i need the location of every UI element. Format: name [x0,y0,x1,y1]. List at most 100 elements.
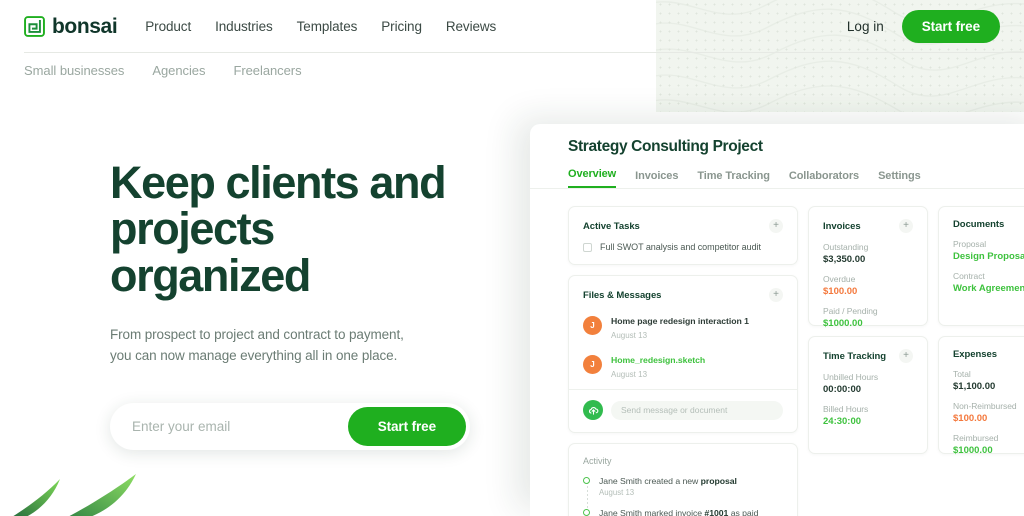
stat-value[interactable]: Work Agreement [953,283,1024,294]
login-link[interactable]: Log in [847,19,884,34]
file-date: August 13 [611,331,648,340]
card-header: Documents [953,219,1024,230]
leaf-decoration-icon [13,474,136,516]
nav-link-reviews[interactable]: Reviews [446,19,496,34]
activity-text-after: as paid [728,508,759,516]
stat-value: $1000.00 [953,445,993,456]
card-header: Time Tracking + [823,349,913,363]
header-start-free-button[interactable]: Start free [901,10,1000,43]
subnav-link-agencies[interactable]: Agencies [152,63,205,78]
stat-value: $100.00 [953,413,988,424]
file-name-link[interactable]: Home_redesign.sketch [611,355,705,365]
brand-name: bonsai [52,14,118,38]
stat-non-reimbursed: Non-Reimbursed $100.00 [953,401,1024,424]
activity-highlight: #1001 [704,508,729,516]
hero-section: Keep clients and projects organized From… [110,159,510,450]
list-item[interactable]: J Home_redesign.sketch August 13 [583,350,783,379]
hero-title-line-2: projects [110,203,275,255]
main-column: Active Tasks + Full SWOT analysis and co… [568,206,798,516]
list-item[interactable]: Full SWOT analysis and competitor audit [583,242,783,252]
card-header: Files & Messages + [583,288,783,302]
brand-logo[interactable]: bonsai [24,14,118,39]
sub-navbar: Small businesses Agencies Freelancers [24,53,302,87]
bonsai-spiral-logo-icon [24,16,45,37]
tab-invoices[interactable]: Invoices [635,170,678,188]
tab-time-tracking[interactable]: Time Tracking [697,170,770,188]
documents-card: Documents Proposal Design Proposal Contr… [938,206,1024,326]
stat-paid-pending: Paid / Pending $1000.00 [823,306,913,329]
nav-link-pricing[interactable]: Pricing [381,19,422,34]
top-navbar: bonsai Product Industries Templates Pric… [0,0,1024,53]
card-header: Invoices + [823,219,913,233]
activity-text: Jane Smith created a new proposal [599,476,783,486]
invoices-title: Invoices [823,220,861,232]
avatar: J [583,316,602,335]
page-title: Keep clients and projects organized [110,159,510,299]
activity-highlight: proposal [700,476,737,486]
add-file-button[interactable]: + [769,288,783,302]
stat-value: $3,350.00 [823,254,866,265]
stat-proposal: Proposal Design Proposal [953,239,1024,262]
message-input[interactable] [611,400,783,420]
task-checkbox[interactable] [583,242,592,252]
card-header: Active Tasks + [583,219,783,233]
invoices-column: Invoices + Outstanding $3,350.00 Overdue… [808,206,928,516]
stat-value: 00:00:00 [823,384,862,395]
subnav-link-freelancers[interactable]: Freelancers [233,63,301,78]
email-input[interactable] [110,418,348,434]
stat-label: Outstanding [823,242,869,252]
files-messages-card: Files & Messages + J Home page redesign … [568,275,798,433]
list-item[interactable]: J Home page redesign interaction 1 Augus… [583,311,783,340]
hero-subtitle: From prospect to project and contract to… [110,327,404,363]
tab-overview[interactable]: Overview [568,168,616,188]
stat-value: $100.00 [823,286,858,297]
stat-contract: Contract Work Agreement [953,271,1024,294]
avatar: J [583,355,602,374]
cloud-upload-icon[interactable] [583,400,603,420]
stat-outstanding: Outstanding $3,350.00 [823,242,913,265]
tabs-divider [530,188,1024,189]
hero-start-free-button[interactable]: Start free [347,406,466,446]
stat-label: Contract [953,271,985,281]
stat-label: Non-Reimbursed [953,401,1017,411]
activity-dot-icon [583,509,590,516]
add-time-entry-button[interactable]: + [899,349,913,363]
file-date: August 13 [611,370,648,379]
nav-actions: Log in Start free [847,0,1000,53]
cloud-glyph [588,406,598,415]
stat-value: $1000.00 [823,318,863,329]
stat-total: Total $1,100.00 [953,369,1024,392]
email-signup-form: Start free [110,402,470,450]
landing-page: bonsai Product Industries Templates Pric… [0,0,1024,516]
nav-link-industries[interactable]: Industries [215,19,273,34]
invoices-card: Invoices + Outstanding $3,350.00 Overdue… [808,206,928,329]
stat-label: Unbilled Hours [823,372,879,382]
expenses-title: Expenses [953,349,997,360]
stat-value[interactable]: Design Proposal [953,251,1024,262]
add-task-button[interactable]: + [769,219,783,233]
activity-text-before: Jane Smith created a new [599,476,701,486]
stat-value: 24:30:00 [823,416,862,427]
activity-list: Jane Smith created a new proposal August… [583,476,783,516]
stat-label: Proposal [953,239,987,249]
tab-settings[interactable]: Settings [878,170,921,188]
nav-link-templates[interactable]: Templates [297,19,358,34]
time-tracking-card: Time Tracking + Unbilled Hours 00:00:00 … [808,336,928,454]
stat-label: Billed Hours [823,404,869,414]
stat-label: Paid / Pending [823,306,878,316]
documents-title: Documents [953,219,1005,230]
activity-dot-icon [583,477,590,484]
project-tabs: Overview Invoices Time Tracking Collabor… [568,168,921,188]
nav-link-product[interactable]: Product [145,19,191,34]
activity-card: Activity Jane Smith created a new propos… [568,443,798,516]
activity-date: August 13 [599,488,635,497]
project-overview-body: Active Tasks + Full SWOT analysis and co… [568,206,1024,516]
active-tasks-card: Active Tasks + Full SWOT analysis and co… [568,206,798,265]
subnav-link-small-businesses[interactable]: Small businesses [24,63,124,78]
add-invoice-button[interactable]: + [899,219,913,233]
stat-label: Total [953,369,971,379]
card-header: Expenses [953,349,1024,360]
tab-collaborators[interactable]: Collaborators [789,170,859,188]
expenses-card: Expenses Total $1,100.00 Non-Reimbursed … [938,336,1024,456]
stat-overdue: Overdue $100.00 [823,274,913,297]
